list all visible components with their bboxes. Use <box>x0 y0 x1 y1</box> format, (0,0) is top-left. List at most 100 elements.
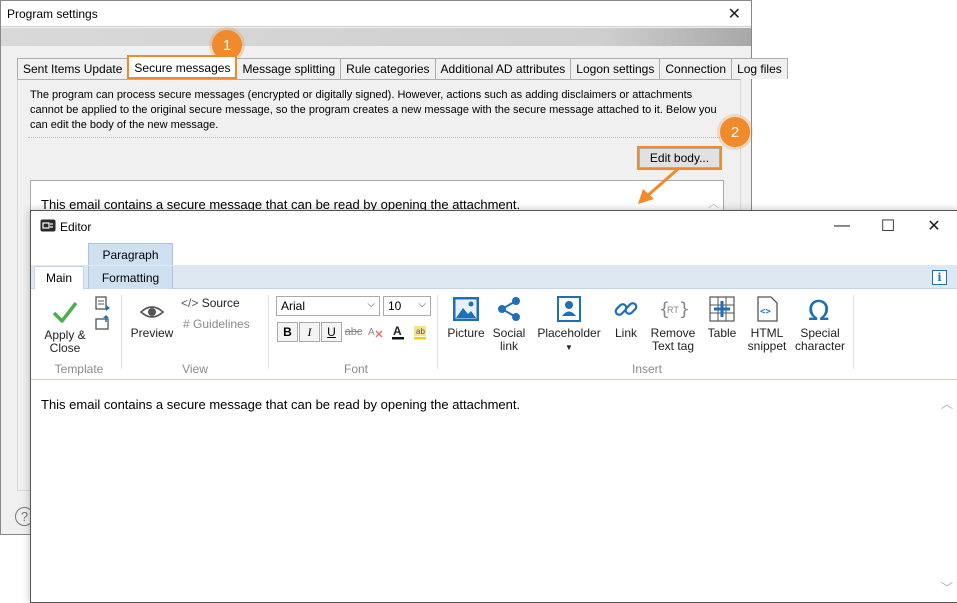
picture-label: Picture <box>447 326 485 340</box>
table-icon <box>709 296 735 322</box>
placeholder-label: Placeholder <box>537 326 601 340</box>
font-color-icon[interactable]: A <box>387 322 408 342</box>
special-character-label-2: character <box>794 339 846 353</box>
svg-text:A: A <box>393 324 402 338</box>
info-icon[interactable]: i <box>932 270 947 285</box>
placeholder-button[interactable]: Placeholder ▼ <box>533 295 605 354</box>
highlight-color-icon[interactable]: ab <box>409 322 430 342</box>
picture-button[interactable]: Picture <box>445 295 487 340</box>
tab-log-files[interactable]: Log files <box>731 58 788 79</box>
html-snippet-icon: <> <box>757 296 778 322</box>
eye-icon <box>139 306 165 318</box>
ribbon: Apply & Close Template Preview </> Sourc… <box>31 289 957 380</box>
editor-app-icon <box>40 219 56 232</box>
font-family-select[interactable]: Arial ⌵ <box>276 296 380 316</box>
ribbon-tabs-area: Paragraph Main Formatting i <box>31 241 957 290</box>
group-label-template: Template <box>54 362 104 376</box>
tab-formatting[interactable]: Formatting <box>88 266 173 290</box>
html-snippet-label-2: snippet <box>747 339 787 353</box>
html-snippet-button[interactable]: <> HTML snippet <box>745 295 789 353</box>
svg-text:RT: RT <box>667 305 679 315</box>
editor-content-area[interactable]: This email contains a secure message tha… <box>31 381 957 602</box>
close-icon[interactable]: ✕ <box>911 214 957 238</box>
grid-icon: # <box>183 317 190 331</box>
apply-close-button[interactable]: Apply & Close <box>39 299 91 355</box>
svg-text:<>: <> <box>760 307 771 317</box>
editor-body-text[interactable]: This email contains a secure message tha… <box>41 397 520 412</box>
program-settings-titlebar: Program settings ✕ <box>1 1 751 27</box>
html-snippet-label-1: HTML <box>750 326 784 340</box>
editor-titlebar: Editor — ☐ ✕ <box>31 211 957 241</box>
underline-button[interactable]: U <box>321 322 342 342</box>
preview-label: Preview <box>130 326 174 340</box>
tab-rule-categories[interactable]: Rule categories <box>340 58 436 79</box>
special-character-label-1: Special <box>800 326 840 340</box>
group-separator <box>853 295 854 369</box>
group-separator <box>121 295 122 369</box>
dropdown-arrow-icon: ▼ <box>565 343 573 352</box>
guidelines-label: Guidelines <box>193 317 250 331</box>
close-icon[interactable]: ✕ <box>728 4 741 24</box>
tab-secure-messages[interactable]: Secure messages <box>127 55 238 79</box>
social-link-label-2: link <box>499 339 518 353</box>
social-link-button[interactable]: Social link <box>489 295 529 353</box>
settings-tabs: Sent Items Update Secure messages Messag… <box>17 55 788 79</box>
guidelines-button[interactable]: # Guidelines <box>183 318 263 331</box>
group-label-insert: Insert <box>631 362 662 376</box>
placeholder-icon <box>557 296 581 322</box>
link-icon <box>614 302 638 316</box>
group-separator <box>268 295 269 369</box>
font-size-select[interactable]: 10 ⌵ <box>383 296 431 316</box>
remove-text-tag-label-2: Text tag <box>651 339 695 353</box>
strikethrough-button[interactable]: abc <box>343 322 364 342</box>
apply-close-label-1: Apply & <box>44 328 86 342</box>
chevron-down-icon: ⌵ <box>418 299 426 310</box>
font-family-value: Arial <box>281 299 306 313</box>
ribbon-tab-strip: Main Formatting i <box>31 265 957 290</box>
omega-icon: Ω <box>808 295 829 323</box>
picture-icon <box>453 297 479 321</box>
special-character-button[interactable]: Ω Special character <box>791 295 849 353</box>
group-separator <box>437 295 438 369</box>
group-label-font: Font <box>343 362 368 376</box>
table-button[interactable]: Table <box>703 295 741 340</box>
social-link-label-1: Social <box>492 326 526 340</box>
svg-text:ab: ab <box>416 327 425 336</box>
scroll-up-icon[interactable]: ︿ <box>708 195 719 211</box>
clear-format-icon[interactable]: A <box>365 322 386 342</box>
divider <box>28 137 726 138</box>
minimize-icon[interactable]: — <box>819 214 865 238</box>
window-title: Program settings <box>7 7 98 21</box>
remove-text-tag-button[interactable]: { RT } Remove Text tag <box>647 295 699 353</box>
link-button[interactable]: Link <box>609 295 643 340</box>
scroll-up-icon[interactable]: ︿ <box>941 395 953 412</box>
context-tab-paragraph[interactable]: Paragraph <box>88 243 173 265</box>
tab-additional-ad-attributes[interactable]: Additional AD attributes <box>434 58 572 79</box>
link-label: Link <box>614 326 637 340</box>
tab-connection[interactable]: Connection <box>659 58 733 79</box>
callout-arrow-icon <box>638 167 680 204</box>
editor-title: Editor <box>60 220 92 234</box>
tab-main[interactable]: Main <box>34 266 84 290</box>
step-2-badge: 2 <box>720 117 750 147</box>
svg-text:}: } <box>679 299 688 320</box>
table-label: Table <box>707 326 737 340</box>
scroll-down-icon[interactable]: ﹀ <box>941 579 953 596</box>
tab-sent-items-update[interactable]: Sent Items Update <box>17 58 129 79</box>
bold-button[interactable]: B <box>277 322 298 342</box>
maximize-icon[interactable]: ☐ <box>865 214 911 238</box>
import-template-button[interactable] <box>93 295 113 314</box>
tab-logon-settings[interactable]: Logon settings <box>570 58 661 79</box>
export-icon <box>95 315 109 330</box>
chevron-down-icon: ⌵ <box>367 299 375 310</box>
export-template-button[interactable] <box>93 315 113 334</box>
import-icon <box>95 296 110 311</box>
preview-button[interactable]: Preview <box>127 301 177 340</box>
code-icon: </> <box>181 296 199 310</box>
apply-close-label-2: Close <box>49 341 81 355</box>
editor-window: Editor — ☐ ✕ Paragraph Main Formatting i… <box>30 210 957 603</box>
secure-messages-description: The program can process secure messages … <box>30 89 717 131</box>
italic-button[interactable]: I <box>299 322 320 342</box>
source-button[interactable]: </> Source <box>181 297 243 310</box>
tab-message-splitting[interactable]: Message splitting <box>236 58 342 79</box>
